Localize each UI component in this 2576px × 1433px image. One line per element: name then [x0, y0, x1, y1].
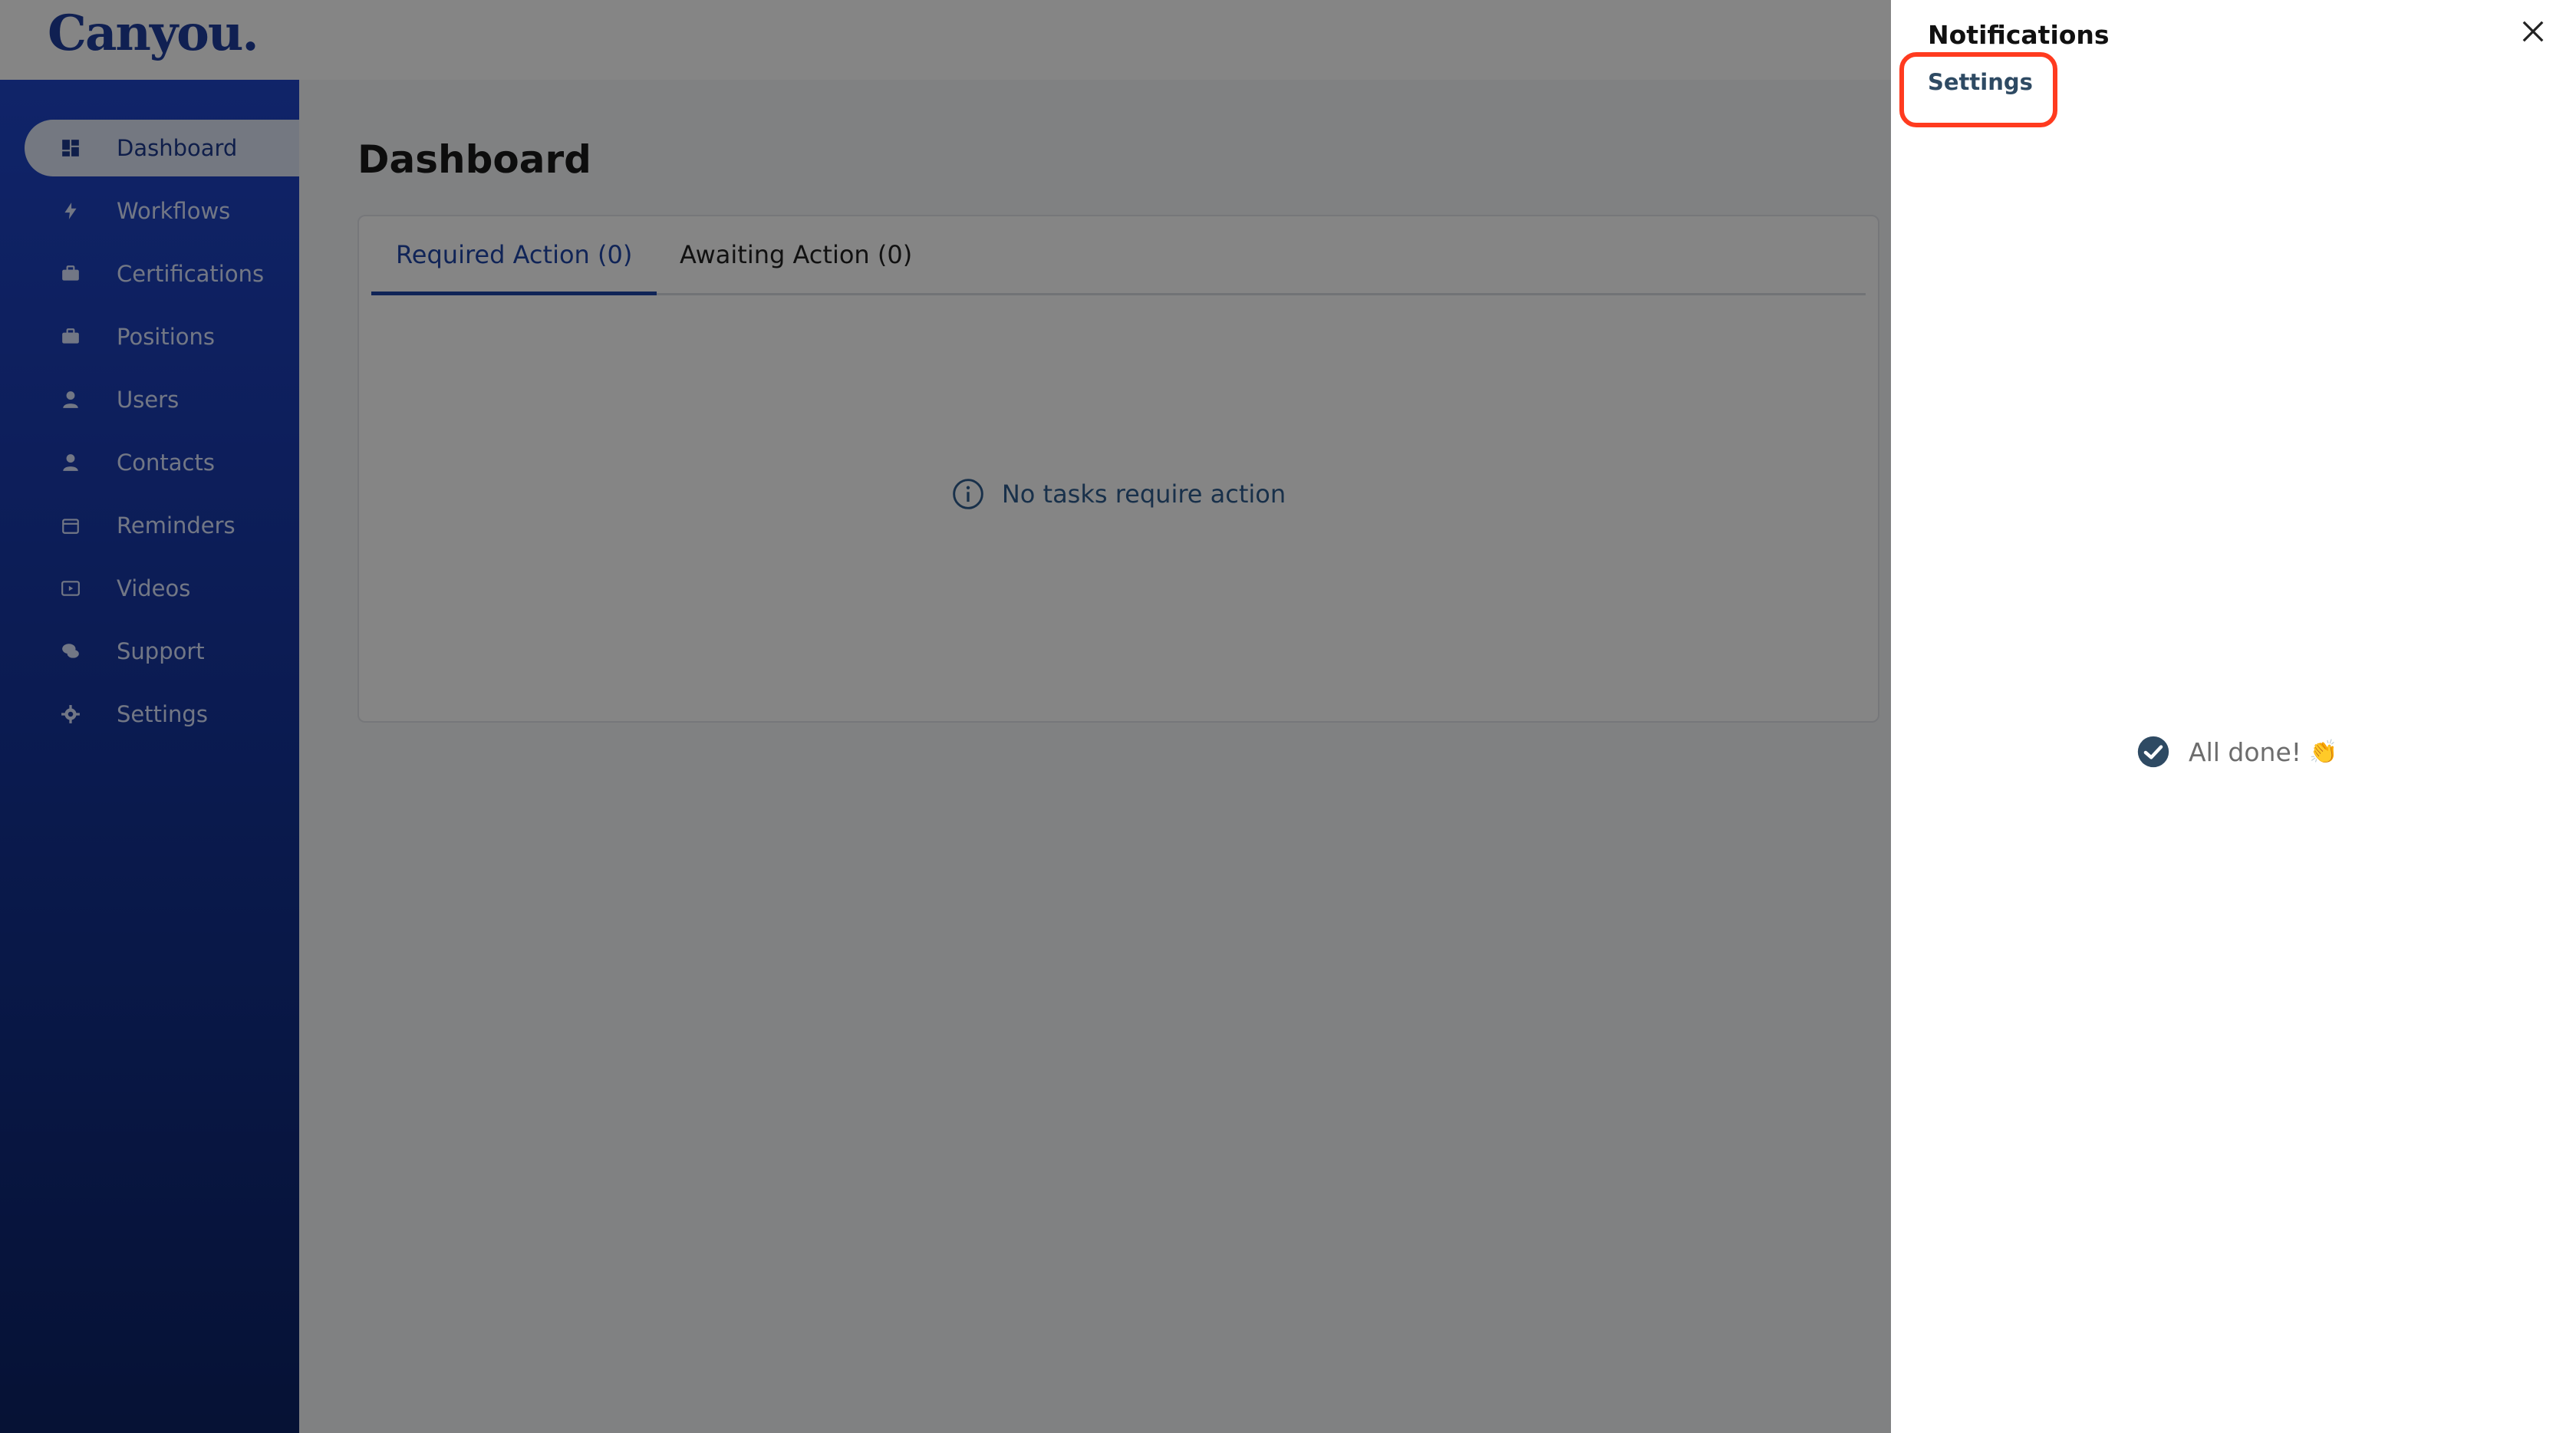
notifications-drawer: Notifications Settings All done! 👏: [1891, 0, 2576, 1433]
all-done-state: All done! 👏: [2136, 735, 2337, 769]
clap-emoji: 👏: [2309, 738, 2338, 766]
modal-backdrop[interactable]: [0, 0, 1891, 1433]
close-icon: [2522, 21, 2544, 42]
close-button[interactable]: [2517, 15, 2549, 48]
notification-settings-link[interactable]: Settings: [1928, 69, 2033, 95]
all-done-text: All done!: [2189, 736, 2301, 767]
drawer-title: Notifications: [1928, 20, 2110, 50]
check-circle-icon: [2137, 736, 2169, 768]
